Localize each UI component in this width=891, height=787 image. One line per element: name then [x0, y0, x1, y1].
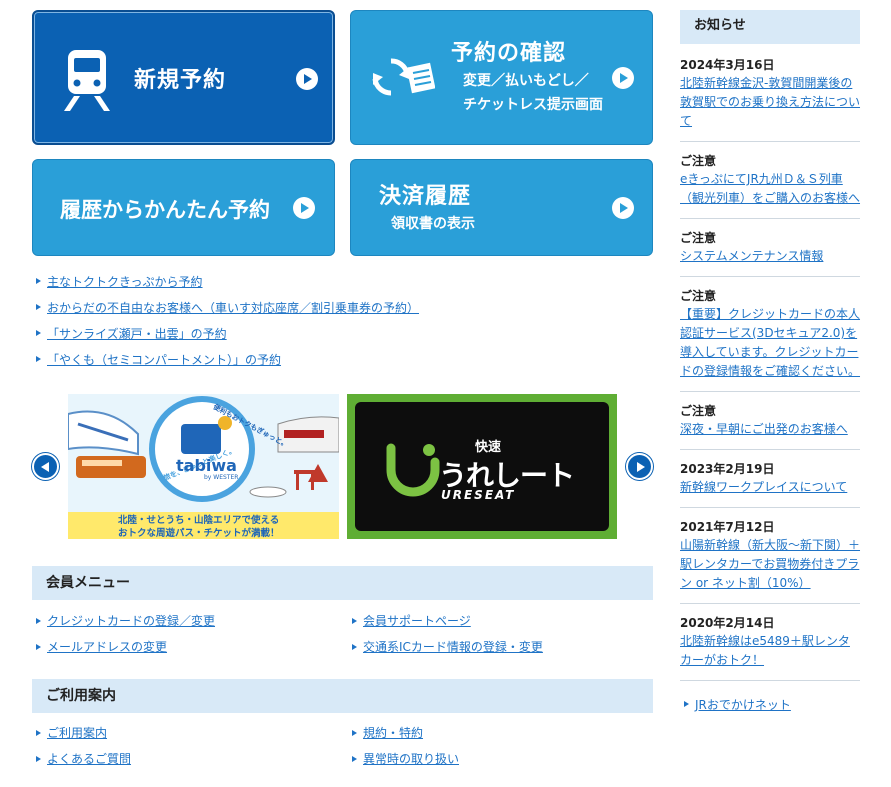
arrow-icon [352, 729, 357, 736]
guide-link[interactable]: ご利用案内 [47, 724, 107, 741]
notice-date: ご注意 [680, 404, 717, 418]
arrow-icon [352, 755, 357, 762]
notice-link[interactable]: 北陸新幹線はe5489＋駅レンタカーがおトク！ [680, 632, 860, 670]
member-menu-item[interactable]: 会員サポートページ [352, 612, 471, 629]
guide-item[interactable]: よくあるご質問 [36, 750, 131, 767]
ureseat-banner[interactable]: 快速 うれしート URESEAT [347, 394, 617, 539]
notice-item: 2020年2月14日 北陸新幹線はe5489＋駅レンタカーがおトク！ [680, 604, 860, 681]
notice-date: 2023年2月19日 [680, 462, 775, 476]
arrow-icon [36, 729, 41, 736]
history-easy-label: 履歴からかんたん予約 [60, 198, 270, 222]
notice-item: 2024年3月16日 北陸新幹線金沢-敦賀間開業後の敦賀駅でのお乗り換え方法につ… [680, 44, 860, 142]
new-reservation-label: 新規予約 [134, 68, 227, 93]
arrow-icon [36, 304, 41, 310]
arrow-icon [36, 755, 41, 762]
arrow-icon [352, 617, 357, 624]
guide-heading: ご利用案内 [32, 679, 653, 713]
payment-history-title: 決済履歴 [379, 184, 472, 209]
notice-item: 2021年7月12日 山陽新幹線（新大阪〜新下関）＋駅レンタカーでお買物券付きプ… [680, 508, 860, 604]
notices-heading: お知らせ [680, 10, 860, 44]
notice-date: ご注意 [680, 289, 717, 303]
quick-links: 主なトクトクきっぷから予約 おからだの不自由なお客様へ（車いす対応座席／割引乗車… [36, 268, 419, 372]
notice-date: ご注意 [680, 154, 717, 168]
play-icon [293, 197, 315, 219]
quick-link[interactable]: 「サンライズ瀬戸・出雲」の予約 [36, 320, 419, 346]
play-icon [296, 68, 318, 90]
notice-date: 2021年7月12日 [680, 520, 775, 534]
guide-link[interactable]: よくあるご質問 [47, 750, 131, 767]
quick-link-text[interactable]: 主なトクトクきっぷから予約 [47, 273, 203, 290]
ureseat-panel: 快速 うれしート URESEAT [355, 402, 609, 531]
ureseat-romaji: URESEAT [441, 488, 516, 502]
member-menu-item[interactable]: 交通系ICカード情報の登録・変更 [352, 638, 543, 655]
tabiwa-caption-2: おトクな周遊パス・チケットが満載！ [118, 528, 280, 539]
new-reservation-tile[interactable]: 新規予約 [32, 10, 335, 145]
payment-history-tile[interactable]: 決済履歴 領収書の表示 [350, 159, 653, 256]
arrow-icon [36, 617, 41, 624]
history-easy-reservation-tile[interactable]: 履歴からかんたん予約 [32, 159, 335, 256]
reservation-check-sub1: 変更／払いもどし／ [463, 73, 589, 89]
guide-item[interactable]: ご利用案内 [36, 724, 107, 741]
quick-link-text[interactable]: おからだの不自由なお客様へ（車いす対応座席／割引乗車券の予約） [47, 299, 419, 316]
notice-link[interactable]: 【重要】クレジットカードの本人認証サービス(3Dセキュア2.0)を導入しています… [680, 305, 860, 381]
quick-link[interactable]: 「やくも（セミコンパートメント）」の予約 [36, 346, 419, 372]
member-menu-link[interactable]: 交通系ICカード情報の登録・変更 [363, 638, 543, 655]
tabiwa-caption-1: 北陸・せとうち・山陰エリアで使える [118, 515, 280, 526]
jr-odekake-link[interactable]: JRおでかけネット [695, 696, 791, 713]
notice-date: 2020年2月14日 [680, 616, 775, 630]
member-menu-item[interactable]: メールアドレスの変更 [36, 638, 167, 655]
arrow-icon [352, 643, 357, 650]
arrow-icon [36, 643, 41, 650]
member-menu-heading: 会員メニュー [32, 566, 653, 600]
reservation-check-title: 予約の確認 [451, 41, 567, 66]
guide-item[interactable]: 規約・特約 [352, 724, 423, 741]
notice-link[interactable]: 北陸新幹線金沢-敦賀間開業後の敦賀駅でのお乗り換え方法について [680, 74, 860, 131]
notice-link[interactable]: eきっぷにてJR九州Ｄ＆Ｓ列車（観光列車）をご購入のお客様へ [680, 170, 860, 208]
member-menu-item[interactable]: クレジットカードの登録／変更 [36, 612, 215, 629]
reservation-check-sub2: チケットレス提示画面 [463, 97, 603, 113]
tabiwa-byline: by WESTER [204, 474, 239, 481]
arrow-icon [36, 330, 41, 336]
ureseat-logo-icon [386, 443, 440, 497]
carousel-prev-button[interactable] [32, 453, 59, 480]
tabiwa-logo: tabiwa [176, 456, 237, 475]
exchange-ticket-icon [372, 58, 435, 96]
train-icon [64, 50, 110, 111]
play-icon [612, 67, 634, 89]
notice-item: ご注意 【重要】クレジットカードの本人認証サービス(3Dセキュア2.0)を導入し… [680, 277, 860, 392]
arrow-icon [36, 356, 41, 362]
quick-link[interactable]: おからだの不自由なお客様へ（車いす対応座席／割引乗車券の予約） [36, 294, 419, 320]
notice-item: ご注意 eきっぷにてJR九州Ｄ＆Ｓ列車（観光列車）をご購入のお客様へ [680, 142, 860, 219]
notice-date: ご注意 [680, 231, 717, 245]
quick-link-text[interactable]: 「やくも（セミコンパートメント）」の予約 [47, 351, 281, 368]
quick-link-text[interactable]: 「サンライズ瀬戸・出雲」の予約 [47, 325, 227, 342]
arrow-icon [684, 701, 689, 707]
footer-link-row[interactable]: JRおでかけネット [680, 691, 860, 717]
notice-link[interactable]: 新幹線ワークプレイスについて [680, 478, 860, 497]
guide-item[interactable]: 異常時の取り扱い [352, 750, 459, 767]
carousel-next-button[interactable] [626, 453, 653, 480]
notice-link[interactable]: 深夜・早朝にご出発のお客様へ [680, 420, 860, 439]
notice-link[interactable]: システムメンテナンス情報 [680, 247, 860, 266]
notice-date: 2024年3月16日 [680, 58, 775, 72]
notice-link[interactable]: 山陽新幹線（新大阪〜新下関）＋駅レンタカーでお買物券付きプラン or ネット割（… [680, 536, 860, 593]
guide-link[interactable]: 規約・特約 [363, 724, 423, 741]
payment-history-sub: 領収書の表示 [391, 216, 475, 232]
notices-sidebar: お知らせ 2024年3月16日 北陸新幹線金沢-敦賀間開業後の敦賀駅でのお乗り換… [680, 10, 860, 717]
notice-item: ご注意 システムメンテナンス情報 [680, 219, 860, 277]
member-menu-link[interactable]: メールアドレスの変更 [47, 638, 167, 655]
ureseat-kaisoku: 快速 [475, 440, 502, 455]
notice-item: ご注意 深夜・早朝にご出発のお客様へ [680, 392, 860, 450]
member-menu-link[interactable]: クレジットカードの登録／変更 [47, 612, 215, 629]
tabiwa-banner[interactable]: 便利もおトクもぎゅっと。 旅を、ぎゅっと楽しく。 tabiwa by WESTE… [68, 394, 339, 539]
reservation-check-tile[interactable]: 予約の確認 変更／払いもどし／ チケットレス提示画面 [350, 10, 653, 145]
play-icon [612, 197, 634, 219]
quick-link[interactable]: 主なトクトクきっぷから予約 [36, 268, 419, 294]
notice-item: 2023年2月19日 新幹線ワークプレイスについて [680, 450, 860, 508]
arrow-icon [36, 278, 41, 284]
member-menu-link[interactable]: 会員サポートページ [363, 612, 471, 629]
guide-link[interactable]: 異常時の取り扱い [363, 750, 459, 767]
